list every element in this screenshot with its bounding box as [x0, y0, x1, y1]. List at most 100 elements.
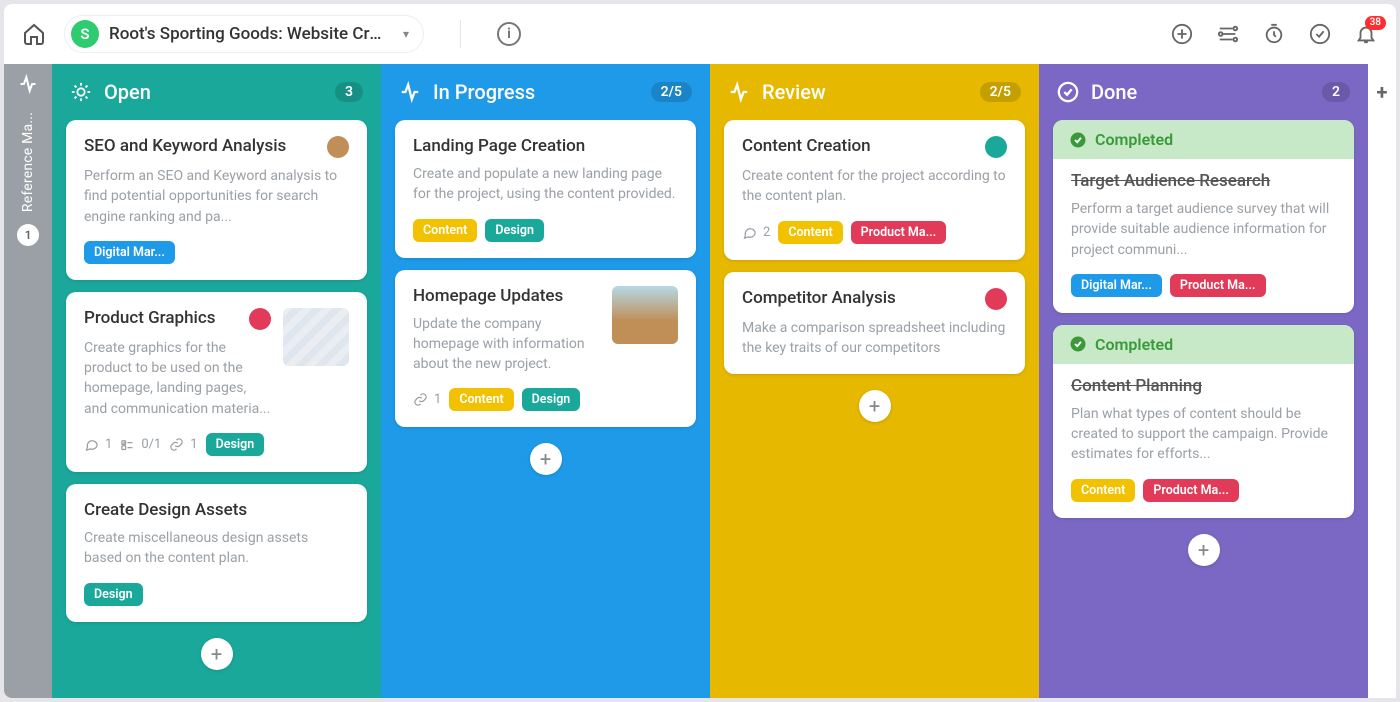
card-description: Plan what types of content should be cre…	[1071, 404, 1336, 465]
info-icon[interactable]: i	[497, 22, 521, 46]
assignee-avatar	[985, 288, 1007, 310]
column-done: Done 2 Completed Target Audience Researc…	[1039, 64, 1368, 698]
card-meta: 1	[169, 437, 197, 452]
card-meta: 2	[742, 225, 770, 240]
card-description: Perform a target audience survey that wi…	[1071, 199, 1336, 260]
sidebar[interactable]: Reference Ma... 1	[4, 64, 52, 698]
tag[interactable]: Product Ma...	[1170, 274, 1266, 297]
card-description: Create content for the project according…	[742, 166, 1007, 207]
add-column-button[interactable]: +	[1368, 64, 1396, 698]
topbar: S Root's Sporting Goods: Website Cre... …	[4, 4, 1396, 64]
card-footer: Digital Mar... Product Ma...	[1071, 274, 1336, 297]
project-avatar: S	[71, 20, 99, 48]
timer-icon[interactable]	[1262, 22, 1286, 46]
tag[interactable]: Design	[206, 433, 265, 456]
column-header-progress[interactable]: In Progress 2/5	[381, 64, 710, 120]
card-thumbnail	[283, 308, 349, 366]
filter-icon[interactable]	[1216, 22, 1240, 46]
card-footer: Content Design	[413, 219, 678, 242]
tag[interactable]: Digital Mar...	[84, 241, 175, 264]
tag[interactable]: Product Ma...	[851, 221, 947, 244]
card-description: Perform an SEO and Keyword analysis to f…	[84, 166, 349, 227]
card[interactable]: Content Creation Create content for the p…	[724, 120, 1025, 260]
notification-badge: 38	[1365, 16, 1386, 30]
card-footer: 2 Content Product Ma...	[742, 221, 1007, 244]
column-title: Open	[104, 80, 151, 104]
card-footer: 1 Content Design	[413, 388, 678, 411]
card[interactable]: Completed Target Audience ResearchPerfor…	[1053, 120, 1354, 313]
card[interactable]: Create Design Assets Create miscellaneous…	[66, 484, 367, 622]
column-header-review[interactable]: Review 2/5	[710, 64, 1039, 120]
card-footer: Design	[84, 583, 349, 606]
card-title: Landing Page Creation	[413, 136, 678, 156]
add-card-button[interactable]: +	[859, 390, 891, 422]
column-open: Open 3 SEO and Keyword Analysis Perform a…	[52, 64, 381, 698]
card-footer: 10/11Design	[84, 433, 349, 456]
column-title: Review	[762, 80, 826, 104]
column-body: Content Creation Create content for the p…	[710, 120, 1039, 436]
divider	[460, 20, 461, 48]
card-title: Competitor Analysis	[742, 288, 1007, 310]
main: Reference Ma... 1 Open 3 SEO and Keyword…	[4, 64, 1396, 698]
project-chip[interactable]: S Root's Sporting Goods: Website Cre... …	[64, 15, 424, 53]
add-card-button[interactable]: +	[530, 443, 562, 475]
column-icon	[399, 81, 421, 103]
tag[interactable]: Product Ma...	[1143, 479, 1239, 502]
topbar-right: 38	[1170, 22, 1378, 46]
card-thumbnail	[612, 286, 678, 344]
link-icon	[413, 392, 428, 407]
sidebar-count: 1	[17, 224, 39, 246]
column-count: 2/5	[651, 82, 692, 102]
column-progress: In Progress 2/5 Landing Page Creation Cre…	[381, 64, 710, 698]
tag[interactable]: Content	[413, 219, 477, 242]
check-circle-icon[interactable]	[1308, 22, 1332, 46]
tag[interactable]: Design	[522, 388, 581, 411]
tag[interactable]: Content	[449, 388, 513, 411]
sidebar-label: Reference Ma...	[20, 112, 36, 212]
card[interactable]: Landing Page Creation Create and populate…	[395, 120, 696, 258]
card[interactable]: Completed Content PlanningPlan what type…	[1053, 325, 1354, 518]
add-card-button[interactable]: +	[1188, 534, 1220, 566]
column-title: Done	[1091, 80, 1137, 104]
column-header-open[interactable]: Open 3	[52, 64, 381, 120]
card[interactable]: Product GraphicsCreate graphics for the …	[66, 292, 367, 472]
card-title: Homepage Updates	[413, 286, 600, 306]
add-icon[interactable]	[1170, 22, 1194, 46]
card-meta: 1	[413, 392, 441, 407]
check-icon	[120, 437, 135, 452]
column-icon	[728, 81, 750, 103]
add-card-button[interactable]: +	[201, 638, 233, 670]
card-title: Create Design Assets	[84, 500, 349, 520]
card[interactable]: Homepage UpdatesUpdate the company homep…	[395, 270, 696, 428]
column-count: 2/5	[980, 82, 1021, 102]
chat-icon	[84, 437, 99, 452]
column-review: Review 2/5 Content Creation Create conten…	[710, 64, 1039, 698]
assignee-avatar	[327, 136, 349, 158]
link-icon	[169, 437, 184, 452]
chevron-down-icon: ▾	[403, 27, 409, 41]
card-description: Create and populate a new landing page f…	[413, 164, 678, 205]
card[interactable]: SEO and Keyword Analysis Perform an SEO a…	[66, 120, 367, 280]
card-description: Create miscellaneous design assets based…	[84, 528, 349, 569]
card[interactable]: Competitor Analysis Make a comparison spr…	[724, 272, 1025, 375]
tag[interactable]: Content	[778, 221, 842, 244]
home-icon[interactable]	[22, 22, 46, 46]
card-description: Make a comparison spreadsheet including …	[742, 318, 1007, 359]
bell-icon[interactable]: 38	[1354, 22, 1378, 46]
tag[interactable]: Digital Mar...	[1071, 274, 1162, 297]
card-meta: 0/1	[120, 437, 161, 452]
column-header-done[interactable]: Done 2	[1039, 64, 1368, 120]
card-footer: Content Product Ma...	[1071, 479, 1336, 502]
card-title: SEO and Keyword Analysis	[84, 136, 349, 158]
card-title: Content Planning	[1071, 376, 1336, 396]
tag[interactable]: Design	[84, 583, 143, 606]
board: Open 3 SEO and Keyword Analysis Perform a…	[52, 64, 1368, 698]
chat-icon	[742, 225, 757, 240]
card-title: Content Creation	[742, 136, 1007, 158]
assignee-avatar	[985, 136, 1007, 158]
column-body: Landing Page Creation Create and populate…	[381, 120, 710, 489]
card-title: Target Audience Research	[1071, 171, 1336, 191]
tag[interactable]: Content	[1071, 479, 1135, 502]
tag[interactable]: Design	[485, 219, 544, 242]
column-count: 3	[335, 82, 363, 102]
